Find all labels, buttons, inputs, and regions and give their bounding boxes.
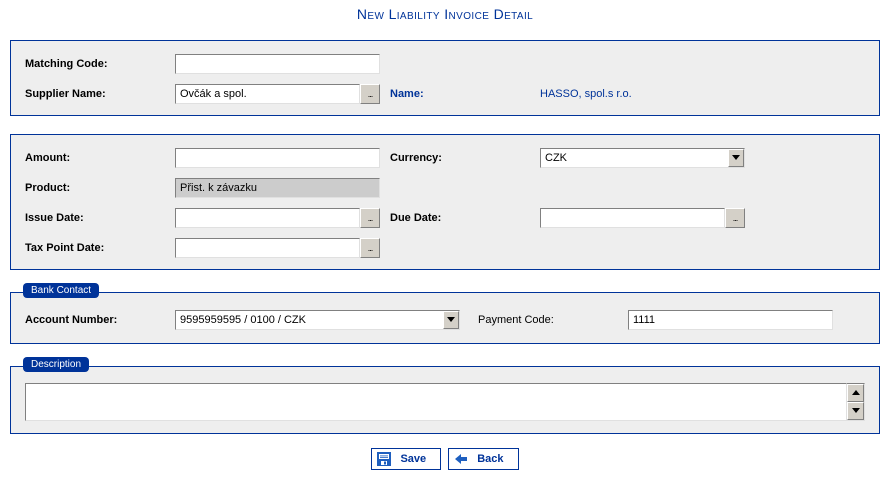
currency-value: CZK — [545, 152, 567, 164]
scroll-down-button[interactable] — [847, 402, 864, 420]
currency-select[interactable]: CZK — [540, 148, 745, 168]
matching-code-input[interactable] — [175, 54, 380, 74]
account-number-select[interactable]: 9595959595 / 0100 / CZK — [175, 310, 460, 330]
button-bar: Save Back — [10, 434, 880, 484]
chevron-down-icon — [443, 311, 459, 329]
amount-label: Amount: — [25, 152, 175, 164]
payment-code-input[interactable] — [628, 310, 833, 330]
issue-date-label: Issue Date: — [25, 212, 175, 224]
supplier-lookup-button[interactable]: ... — [360, 84, 380, 104]
back-button-label: Back — [477, 453, 503, 465]
tax-point-date-input[interactable] — [175, 238, 360, 258]
save-button[interactable]: Save — [371, 448, 441, 470]
description-textarea[interactable] — [25, 383, 847, 421]
tax-point-date-label: Tax Point Date: — [25, 242, 175, 254]
supplier-panel: Matching Code: Supplier Name: ... Name: … — [10, 40, 880, 116]
supplier-name-input[interactable] — [175, 84, 360, 104]
chevron-down-icon — [852, 408, 860, 414]
bank-contact-legend: Bank Contact — [23, 283, 99, 298]
scroll-up-button[interactable] — [847, 384, 864, 402]
due-date-label: Due Date: — [390, 212, 540, 224]
issue-date-input[interactable] — [175, 208, 360, 228]
name-label: Name: — [390, 88, 540, 100]
textarea-scrollbar — [847, 383, 865, 421]
save-icon — [376, 451, 392, 467]
save-button-label: Save — [400, 453, 426, 465]
product-label: Product: — [25, 182, 175, 194]
ellipsis-icon: ... — [733, 213, 738, 223]
chevron-up-icon — [852, 390, 860, 396]
description-fieldset: Description — [10, 366, 880, 434]
ellipsis-icon: ... — [368, 89, 373, 99]
product-input — [175, 178, 380, 198]
description-legend: Description — [23, 357, 89, 372]
invoice-panel: Amount: Currency: CZK Product: Issue Dat… — [10, 134, 880, 270]
ellipsis-icon: ... — [368, 243, 373, 253]
due-date-input[interactable] — [540, 208, 725, 228]
tax-point-date-picker-button[interactable]: ... — [360, 238, 380, 258]
ellipsis-icon: ... — [368, 213, 373, 223]
back-arrow-icon — [453, 451, 469, 467]
account-number-label: Account Number: — [25, 314, 175, 326]
payment-code-label: Payment Code: — [478, 314, 628, 326]
issue-date-picker-button[interactable]: ... — [360, 208, 380, 228]
company-name-link[interactable]: HASSO, spol.s r.o. — [540, 88, 632, 100]
account-number-value: 9595959595 / 0100 / CZK — [180, 314, 306, 326]
supplier-name-label: Supplier Name: — [25, 88, 175, 100]
chevron-down-icon — [728, 149, 744, 167]
page-title: New Liability Invoice Detail — [10, 0, 880, 32]
bank-contact-fieldset: Bank Contact Account Number: 9595959595 … — [10, 292, 880, 344]
back-button[interactable]: Back — [448, 448, 518, 470]
currency-label: Currency: — [390, 152, 540, 164]
amount-input[interactable] — [175, 148, 380, 168]
matching-code-label: Matching Code: — [25, 58, 175, 70]
due-date-picker-button[interactable]: ... — [725, 208, 745, 228]
